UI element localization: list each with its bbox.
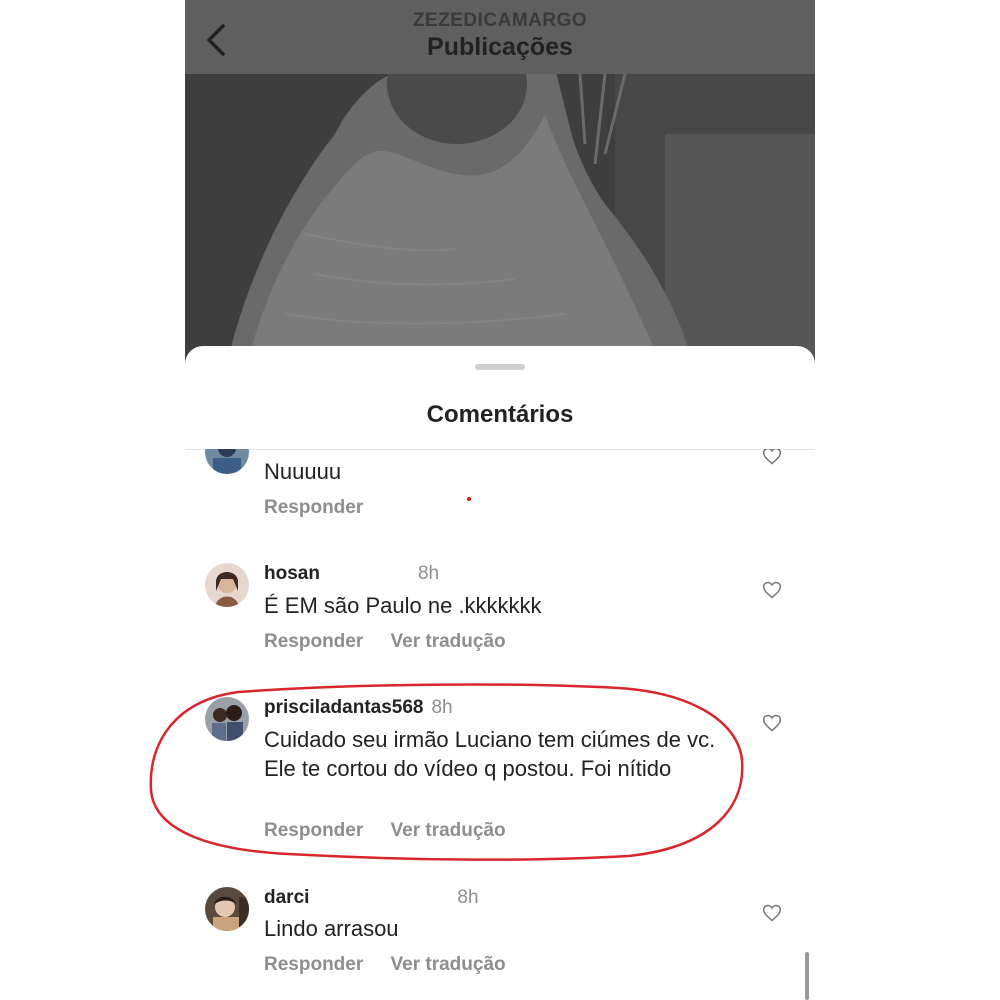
comment-text: É EM são Paulo ne .kkkkkkk — [264, 593, 542, 618]
translate-button[interactable]: Ver tradução — [391, 631, 506, 652]
translate-button[interactable]: Ver tradução — [391, 954, 506, 975]
username-text[interactable]: hosan — [264, 563, 320, 584]
red-highlight-circle — [149, 683, 744, 861]
video-frame-image — [185, 74, 815, 374]
heart-outline-icon[interactable] — [762, 713, 782, 733]
page-title: Publicações — [427, 33, 573, 61]
comment-actions: Responder Ver tradução — [264, 954, 528, 976]
divider — [185, 449, 815, 450]
comment-text: Lindo arrasou — [264, 916, 399, 941]
comment-actions: Responder Ver tradução — [264, 631, 528, 653]
post-video-preview[interactable] — [185, 74, 815, 374]
scrollbar[interactable] — [805, 952, 809, 1000]
stray-mark — [467, 497, 471, 501]
comment-username[interactable]: darci 8h — [264, 887, 479, 909]
heart-outline-icon[interactable] — [762, 580, 782, 600]
post-header: ZEZEDICAMARGO Publicações — [185, 0, 815, 74]
avatar[interactable] — [205, 563, 249, 607]
sheet-mask — [185, 423, 815, 449]
heart-outline-icon[interactable] — [762, 903, 782, 923]
comment-text: Nuuuuu — [264, 459, 342, 484]
reply-button[interactable]: Responder — [264, 631, 363, 652]
reply-button[interactable]: Responder — [264, 497, 363, 518]
comment-username[interactable]: hosan 8h — [264, 563, 439, 585]
comment-actions: Responder — [264, 497, 385, 519]
heart-outline-icon[interactable] — [762, 446, 782, 466]
reply-button[interactable]: Responder — [264, 954, 363, 975]
sheet-grab-handle[interactable] — [475, 364, 525, 370]
username-text[interactable]: darci — [264, 887, 309, 908]
avatar[interactable] — [205, 887, 249, 931]
header-username[interactable]: ZEZEDICAMARGO — [185, 10, 815, 32]
comment-time: 8h — [417, 563, 440, 584]
comment-time: 8h — [457, 887, 479, 908]
